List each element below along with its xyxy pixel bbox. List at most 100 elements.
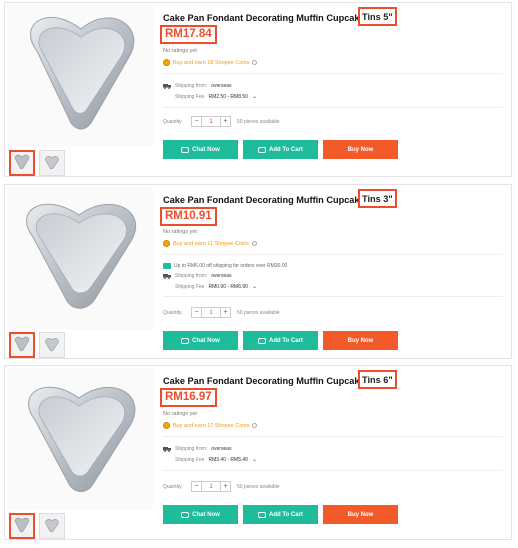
ratings-text: No ratings yet [163,229,197,235]
ratings-text: No ratings yet [163,48,197,54]
buy-now-label: Buy Now [347,511,374,518]
info-icon[interactable] [252,423,258,428]
chevron-down-icon[interactable]: ⌄ [252,456,257,463]
free-shipping-icon [163,263,171,269]
shipping-promo-row: Up to RM6.00 off shipping for orders ove… [163,263,287,269]
thumbnail-1[interactable] [9,150,35,176]
action-buttons: Chat Now Add To Cart Buy Now [163,331,398,350]
quantity-available: 50 pieces available [237,483,280,490]
shipping-from-value: overseas [211,273,232,279]
quantity-row: Quantity − 1 + 50 pieces available [163,116,280,127]
product-variant-highlight: Tins 5" [358,7,397,26]
product-variant-highlight: Tins 6" [358,370,397,389]
product-card-3: Cake Pan Fondant Decorating Muffin Cupca… [4,365,512,540]
chat-now-label: Chat Now [192,511,220,518]
truck-icon [163,84,171,89]
add-to-cart-label: Add To Cart [269,511,303,518]
coins-text: Buy and earn 11 Shopee Coins [173,240,250,247]
chat-now-label: Chat Now [192,146,220,153]
product-title: Cake Pan Fondant Decorating Muffin Cupca… [163,13,389,23]
chat-now-button[interactable]: Chat Now [163,140,238,159]
product-main-image[interactable] [7,5,153,147]
info-icon[interactable] [252,241,258,246]
product-gallery [5,185,155,360]
shipping-from-label: Shipping from: [175,83,208,89]
product-gallery [5,366,155,541]
ratings-text: No ratings yet [163,411,197,417]
thumbnail-1[interactable] [9,332,35,358]
quantity-increase-button[interactable]: + [220,481,231,492]
quantity-input[interactable]: 1 [202,307,220,318]
shipping-fee-value[interactable]: RM0.90 - RM6.90 [208,284,247,290]
shopee-coin-icon [163,422,170,429]
product-card-2: Cake Pan Fondant Decorating Muffin Cupca… [4,184,512,359]
product-gallery [5,3,155,178]
action-buttons: Chat Now Add To Cart Buy Now [163,505,398,524]
product-main-image[interactable] [7,187,153,329]
shipping-fee-value[interactable]: RM3.40 - RM5.40 [208,457,247,463]
quantity-increase-button[interactable]: + [220,307,231,318]
quantity-label: Quantity [163,118,182,125]
product-info: Cake Pan Fondant Decorating Muffin Cupca… [159,3,509,178]
chevron-down-icon[interactable]: ⌄ [252,93,257,100]
chevron-down-icon[interactable]: ⌄ [252,283,257,290]
chat-now-button[interactable]: Chat Now [163,505,238,524]
info-icon[interactable] [252,60,258,65]
chat-now-button[interactable]: Chat Now [163,331,238,350]
add-to-cart-label: Add To Cart [269,146,303,153]
shipping-from-label: Shipping from: [175,273,208,279]
shipping-fee-label: Shipping Fee [175,283,205,290]
cart-icon [258,146,267,153]
coins-text: Buy and earn 18 Shopee Coins [173,59,250,66]
thumbnail-1[interactable] [9,513,35,539]
quantity-input[interactable]: 1 [202,481,220,492]
buy-now-button[interactable]: Buy Now [323,140,398,159]
thumbnail-strip [9,513,65,541]
thumbnail-2[interactable] [39,513,65,539]
product-card-1: Cake Pan Fondant Decorating Muffin Cupca… [4,2,512,177]
quantity-decrease-button[interactable]: − [191,481,202,492]
shopee-coin-icon [163,240,170,247]
add-to-cart-button[interactable]: Add To Cart [243,505,318,524]
divider [163,436,503,437]
quantity-row: Quantity − 1 + 50 pieces available [163,481,280,492]
divider [163,73,503,74]
quantity-available: 50 pieces available [237,118,280,125]
quantity-available: 50 pieces available [237,309,280,316]
buy-now-button[interactable]: Buy Now [323,505,398,524]
product-variant-highlight: Tins 3" [358,189,397,208]
shipping-from-value: overseas [211,83,232,89]
quantity-increase-button[interactable]: + [220,116,231,127]
shipping-from-row: Shipping from: overseas [163,273,232,279]
shipping-from-label: Shipping from: [175,446,208,452]
quantity-label: Quantity [163,309,182,316]
coins-row: Buy and earn 11 Shopee Coins [163,240,258,247]
product-title: Cake Pan Fondant Decorating Muffin Cupca… [163,376,389,386]
heart-cake-pan-image [30,17,135,130]
product-price: RM10.91 [160,207,217,226]
shipping-fee-row: Shipping Fee RM3.40 - RM5.40 ⌄ [175,456,257,464]
coins-row: Buy and earn 17 Shopee Coins [163,422,258,429]
divider [163,296,503,297]
add-to-cart-button[interactable]: Add To Cart [243,140,318,159]
chat-icon [181,511,190,518]
shipping-fee-value[interactable]: RM2.50 - RM8.50 [208,94,247,100]
chat-icon [181,146,190,153]
quantity-input[interactable]: 1 [202,116,220,127]
product-info: Cake Pan Fondant Decorating Muffin Cupca… [159,366,509,541]
product-main-image[interactable] [7,368,153,510]
coins-row: Buy and earn 18 Shopee Coins [163,59,258,66]
chat-now-label: Chat Now [192,337,220,344]
thumbnail-2[interactable] [39,332,65,358]
quantity-decrease-button[interactable]: − [191,116,202,127]
quantity-decrease-button[interactable]: − [191,307,202,318]
shipping-fee-label: Shipping Fee [175,456,205,463]
buy-now-button[interactable]: Buy Now [323,331,398,350]
buy-now-label: Buy Now [347,337,374,344]
thumbnail-2[interactable] [39,150,65,176]
shopee-coin-icon [163,59,170,66]
shipping-fee-row: Shipping Fee RM0.90 - RM6.90 ⌄ [175,283,257,291]
add-to-cart-button[interactable]: Add To Cart [243,331,318,350]
product-info: Cake Pan Fondant Decorating Muffin Cupca… [159,185,509,360]
thumbnail-strip [9,332,65,360]
